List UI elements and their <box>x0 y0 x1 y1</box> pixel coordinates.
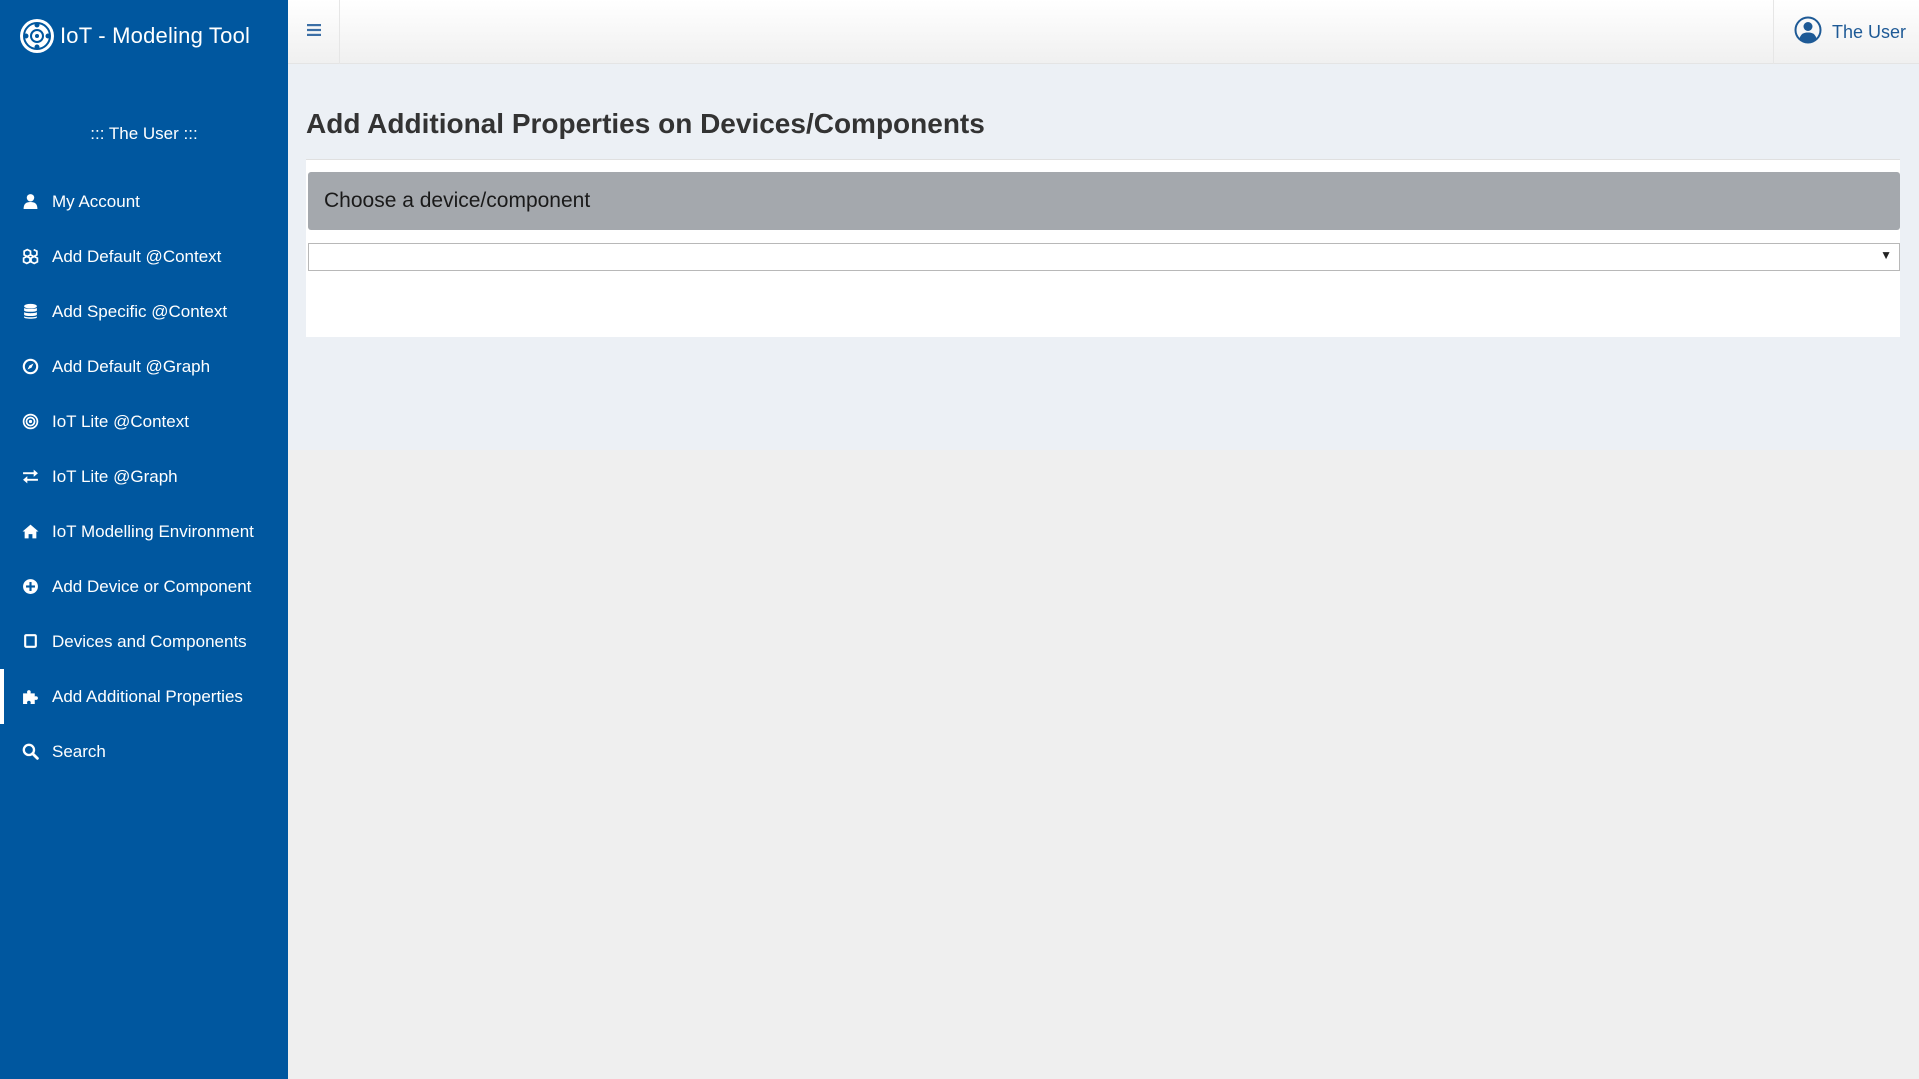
device-component-select[interactable]: ▼ <box>308 243 1900 271</box>
brand[interactable]: IoT - Modeling Tool <box>0 0 288 72</box>
hamburger-menu-icon <box>306 23 322 42</box>
user-icon <box>21 192 40 211</box>
user-name: The User <box>1832 21 1907 42</box>
sidebar-item-label: IoT Lite @Graph <box>52 466 178 486</box>
sidebar-item-add-default-graph[interactable]: Add Default @Graph <box>0 339 288 394</box>
device-select-panel: Choose a device/component ▼ <box>306 159 1900 337</box>
sidebar-item-label: IoT Modelling Environment <box>52 521 254 541</box>
sidebar-item-add-additional-properties[interactable]: Add Additional Properties <box>0 669 288 724</box>
sidebar-item-label: Search <box>52 741 106 761</box>
sidebar-item-my-account[interactable]: My Account <box>0 174 288 229</box>
sidebar-item-label: Add Specific @Context <box>52 301 228 321</box>
sidebar-item-add-specific-context[interactable]: Add Specific @Context <box>0 284 288 339</box>
sidebar-item-label: IoT Lite @Context <box>52 411 189 431</box>
bullseye-icon <box>21 412 40 431</box>
sidebar-item-label: Devices and Components <box>52 631 247 651</box>
sidebar-item-search[interactable]: Search <box>0 724 288 779</box>
sidebar-item-iot-lite-context[interactable]: IoT Lite @Context <box>0 394 288 449</box>
user-menu[interactable]: The User <box>1773 0 1919 64</box>
search-icon <box>21 742 40 761</box>
top-navbar: The User <box>288 0 1919 64</box>
sidebar-menu: My Account Add Default @Context Add Spec… <box>0 174 288 779</box>
square-icon <box>21 632 40 651</box>
sidebar: IoT - Modeling Tool ::: The User ::: My … <box>0 0 288 1079</box>
cubes-icon <box>21 247 40 266</box>
exchange-icon <box>21 467 40 486</box>
sidebar-item-devices-and-components[interactable]: Devices and Components <box>0 614 288 669</box>
compass-icon <box>21 357 40 376</box>
sidebar-item-add-device-or-component[interactable]: Add Device or Component <box>0 559 288 614</box>
database-icon <box>21 302 40 321</box>
sidebar-item-iot-modelling-environment[interactable]: IoT Modelling Environment <box>0 504 288 559</box>
sidebar-user-name: ::: The User ::: <box>90 124 198 143</box>
main-content: Add Additional Properties on Devices/Com… <box>288 64 1919 450</box>
panel-title: Choose a device/component <box>308 172 1900 230</box>
sidebar-item-iot-lite-graph[interactable]: IoT Lite @Graph <box>0 449 288 504</box>
puzzle-icon <box>21 687 40 706</box>
sidebar-item-label: Add Additional Properties <box>52 686 243 706</box>
sidebar-toggle-button[interactable] <box>288 0 340 64</box>
sidebar-item-label: Add Default @Context <box>52 246 222 266</box>
sidebar-item-label: Add Default @Graph <box>52 356 211 376</box>
dropdown-arrow-icon: ▼ <box>1880 248 1892 262</box>
sidebar-item-label: My Account <box>52 191 140 211</box>
sidebar-item-add-default-context[interactable]: Add Default @Context <box>0 229 288 284</box>
sidebar-item-label: Add Device or Component <box>52 576 252 596</box>
app-logo-icon <box>20 19 54 53</box>
home-icon <box>21 522 40 541</box>
page-title: Add Additional Properties on Devices/Com… <box>306 108 985 139</box>
plus-circle-icon <box>21 577 40 596</box>
user-avatar-icon <box>1794 16 1822 49</box>
app-title: IoT - Modeling Tool <box>60 23 251 48</box>
